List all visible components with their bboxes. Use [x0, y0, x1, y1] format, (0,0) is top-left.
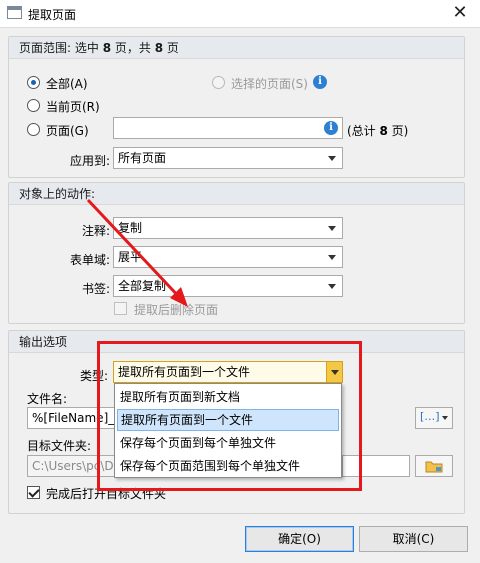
- filename-input[interactable]: %[FileName]_%: [27, 407, 115, 429]
- target-folder-input[interactable]: C:\Users\pc\D: [27, 455, 115, 477]
- open-folder-checkbox[interactable]: [27, 486, 40, 499]
- target-folder-input-tail: [342, 455, 410, 477]
- macro-icon: […]: [420, 410, 440, 423]
- cancel-button[interactable]: 取消(C): [359, 526, 468, 552]
- type-option-selected[interactable]: 提取所有页面到一个文件: [117, 409, 339, 431]
- ok-button[interactable]: 确定(O): [245, 526, 354, 552]
- type-option[interactable]: 提取所有页面到新文档: [117, 386, 339, 408]
- browse-folder-button[interactable]: [415, 455, 453, 477]
- type-option[interactable]: 保存每个页面到每个单独文件: [117, 432, 339, 454]
- chevron-down-icon: [442, 416, 448, 420]
- type-dropdown[interactable]: 提取所有页面到一个文件: [113, 361, 343, 383]
- folder-icon: [425, 461, 443, 473]
- filename-macro-button[interactable]: […]: [415, 407, 453, 429]
- output-options-header: 输出选项: [9, 331, 464, 353]
- open-folder-label: 完成后打开目标文件夹: [46, 487, 167, 501]
- chevron-down-icon[interactable]: [326, 362, 342, 382]
- type-label: 类型:: [80, 369, 109, 383]
- target-folder-label: 目标文件夹:: [27, 439, 92, 453]
- type-dropdown-list: 提取所有页面到新文档 提取所有页面到一个文件 保存每个页面到每个单独文件 保存每…: [114, 383, 342, 478]
- type-option[interactable]: 保存每个页面范围到每个单独文件: [117, 455, 339, 477]
- filename-label: 文件名:: [27, 392, 68, 406]
